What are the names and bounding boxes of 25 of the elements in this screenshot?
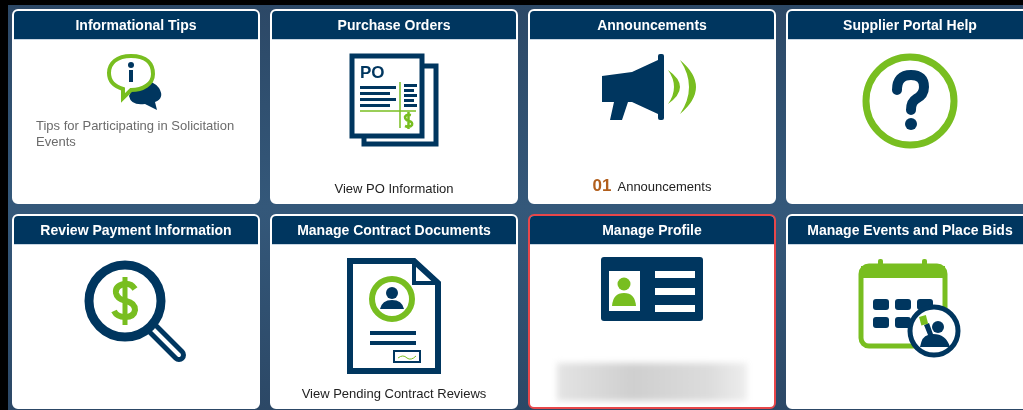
tile-title: Purchase Orders [272, 11, 516, 40]
tile-title: Supplier Portal Help [788, 11, 1023, 40]
tile[interactable]: Review Payment Information [12, 214, 260, 409]
tile[interactable]: Purchase Orders PO View PO Information [270, 9, 518, 204]
tile-link[interactable]: Announcements [617, 179, 712, 194]
tile[interactable]: Manage Events and Place Bids [786, 214, 1023, 409]
contract-document-icon [346, 257, 442, 375]
tile[interactable]: Announcements 01 Announcements [528, 9, 776, 204]
tile-title: Manage Contract Documents [272, 216, 516, 245]
tile-title: Announcements [530, 11, 774, 40]
tile[interactable]: Informational Tips Tips for Participating in Solicitation Events [12, 9, 260, 204]
tile-description: Tips for Participating in Solicitation Events [35, 117, 236, 150]
id-card-icon [601, 257, 703, 321]
tile[interactable]: Supplier Portal Help [786, 9, 1023, 204]
calendar-user-icon [858, 257, 962, 359]
tile-title: Informational Tips [14, 11, 258, 40]
announcement-count: 01 [592, 176, 612, 196]
tile-title: Manage Events and Place Bids [788, 216, 1023, 245]
tile-link[interactable]: View Pending Contract Reviews [301, 386, 487, 401]
tile[interactable]: Manage Profile [528, 214, 776, 409]
tile-link[interactable]: View PO Information [334, 181, 454, 196]
tile-title: Manage Profile [530, 216, 774, 245]
tile[interactable]: Manage Contract Documents View Pending Contract Reviews [270, 214, 518, 409]
help-icon [861, 52, 959, 150]
tile-title: Review Payment Information [14, 216, 258, 245]
